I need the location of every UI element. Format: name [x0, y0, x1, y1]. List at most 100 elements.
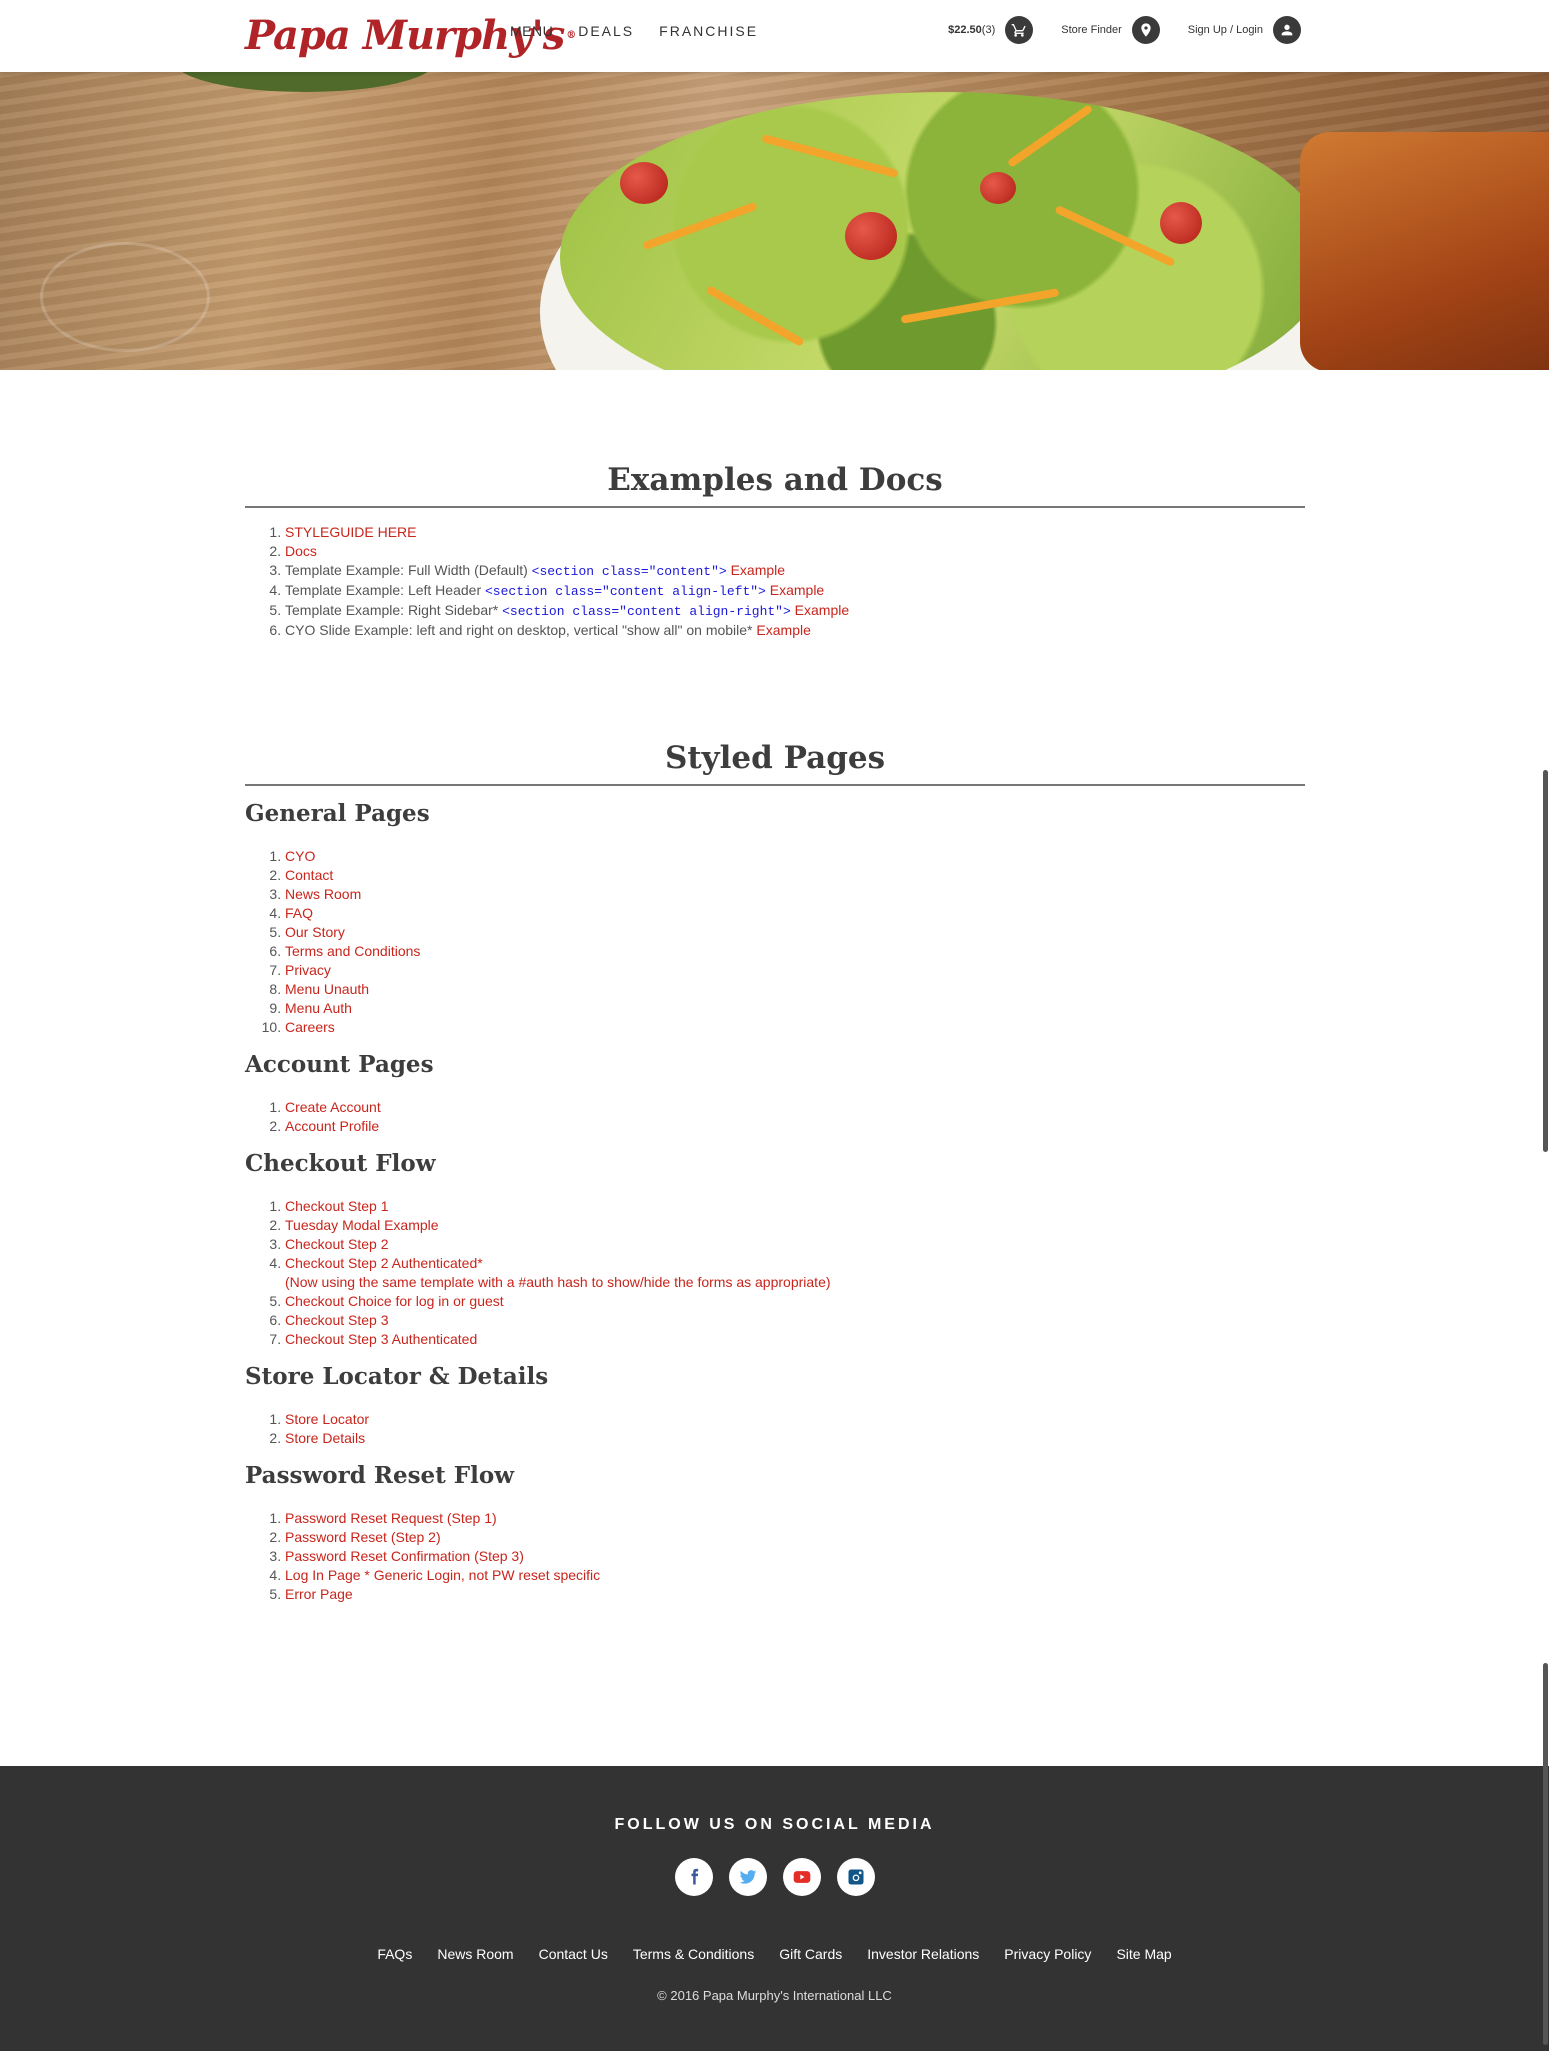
account-pages-list: Create Account Account Profile	[285, 1098, 1305, 1136]
list-item: Store Details	[285, 1429, 1305, 1448]
list-item: Checkout Step 1	[285, 1197, 1305, 1216]
page-link[interactable]: Checkout Step 2	[285, 1236, 389, 1252]
footer-links: FAQs News Room Contact Us Terms & Condit…	[0, 1946, 1549, 1962]
scrollbar-thumb[interactable]	[1543, 770, 1548, 1152]
page-link[interactable]: Terms and Conditions	[285, 943, 420, 959]
list-item: CYO Slide Example: left and right on des…	[285, 621, 1305, 640]
list-item: Menu Unauth	[285, 980, 1305, 999]
facebook-icon[interactable]	[674, 1858, 713, 1896]
nav-deals[interactable]: DEALS	[578, 23, 634, 39]
main-content: Examples and Docs STYLEGUIDE HERE Docs T…	[245, 370, 1305, 1604]
nav-franchise[interactable]: FRANCHISE	[659, 23, 758, 39]
page-link[interactable]: Password Reset Confirmation (Step 3)	[285, 1548, 524, 1564]
footer-link-gift-cards[interactable]: Gift Cards	[779, 1946, 842, 1962]
store-finder-label: Store Finder	[1061, 24, 1122, 36]
list-item: STYLEGUIDE HERE	[285, 523, 1305, 542]
cart-button[interactable]: $22.50(3)	[948, 16, 1034, 44]
page-link[interactable]: Account Profile	[285, 1118, 379, 1134]
page-link[interactable]: Privacy	[285, 962, 331, 978]
example-link[interactable]: Example	[770, 582, 824, 598]
page-link[interactable]: Careers	[285, 1019, 335, 1035]
page-link[interactable]: Checkout Step 3	[285, 1312, 389, 1328]
footer-link-investor[interactable]: Investor Relations	[867, 1946, 979, 1962]
list-item: Create Account	[285, 1098, 1305, 1117]
user-icon[interactable]	[1273, 16, 1301, 44]
scrollbar-thumb[interactable]	[1543, 1663, 1548, 2045]
utility-nav: $22.50(3) Store Finder Sign Up / Login	[948, 16, 1301, 44]
youtube-icon[interactable]	[782, 1858, 821, 1896]
store-finder-button[interactable]: Store Finder	[1061, 16, 1160, 44]
login-label: Sign Up / Login	[1187, 24, 1263, 36]
example-link[interactable]: Example	[795, 602, 849, 618]
code-snippet: <section class="content align-left">	[485, 584, 766, 599]
page-link[interactable]: FAQ	[285, 905, 313, 921]
password-reset-list: Password Reset Request (Step 1) Password…	[285, 1509, 1305, 1604]
copyright: © 2016 Papa Murphy's International LLC	[657, 1988, 892, 2003]
page-link[interactable]: Checkout Step 1	[285, 1198, 389, 1214]
page-link[interactable]: Our Story	[285, 924, 345, 940]
page-link[interactable]: Menu Unauth	[285, 981, 369, 997]
list-item: Terms and Conditions	[285, 942, 1305, 961]
checkout-flow-heading: Checkout Flow	[245, 1150, 436, 1177]
twitter-icon[interactable]	[728, 1858, 767, 1896]
page-link[interactable]: Checkout Step 3 Authenticated	[285, 1331, 477, 1347]
general-pages-heading: General Pages	[245, 800, 430, 827]
page-link[interactable]: Store Locator	[285, 1411, 369, 1427]
social-links	[0, 1858, 1549, 1896]
styleguide-link[interactable]: STYLEGUIDE HERE	[285, 524, 416, 540]
site-header: Papa Murphy's ® MENU DEALS FRANCHISE $22.…	[0, 0, 1549, 72]
footer-link-faqs[interactable]: FAQs	[377, 1946, 412, 1962]
login-button[interactable]: Sign Up / Login	[1188, 16, 1301, 44]
page-link[interactable]: Log In Page * Generic Login, not PW rese…	[285, 1567, 600, 1583]
code-snippet: <section class="content">	[531, 564, 727, 579]
code-snippet: <section class="content align-right">	[502, 604, 791, 619]
list-item: Password Reset Confirmation (Step 3)	[285, 1547, 1305, 1566]
footer-link-contact[interactable]: Contact Us	[539, 1946, 608, 1962]
list-item: Password Reset Request (Step 1)	[285, 1509, 1305, 1528]
store-locator-heading: Store Locator & Details	[245, 1363, 549, 1390]
footer-link-news-room[interactable]: News Room	[437, 1946, 513, 1962]
account-pages-heading: Account Pages	[245, 1051, 434, 1078]
list-item: Our Story	[285, 923, 1305, 942]
footer-link-terms[interactable]: Terms & Conditions	[633, 1946, 754, 1962]
list-item: Privacy	[285, 961, 1305, 980]
page-link[interactable]: Error Page	[285, 1586, 353, 1602]
page-link[interactable]: Password Reset Request (Step 1)	[285, 1510, 497, 1526]
examples-title: Examples and Docs	[245, 462, 1305, 508]
example-link[interactable]: Example	[756, 622, 810, 638]
page-link[interactable]: Checkout Step 2 Authenticated*	[285, 1255, 483, 1271]
cart-count: (3)	[981, 24, 996, 36]
docs-link[interactable]: Docs	[285, 543, 317, 559]
list-item: Checkout Step 2	[285, 1235, 1305, 1254]
page-link[interactable]: Checkout Choice for log in or guest	[285, 1293, 504, 1309]
list-item: Checkout Step 3 Authenticated	[285, 1330, 1305, 1349]
page-link[interactable]: Create Account	[285, 1099, 381, 1115]
page-link[interactable]: Contact	[285, 867, 333, 883]
footer-link-privacy[interactable]: Privacy Policy	[1004, 1946, 1091, 1962]
cart-icon[interactable]	[1005, 16, 1034, 44]
page-link[interactable]: News Room	[285, 886, 361, 902]
page-link[interactable]: Store Details	[285, 1430, 365, 1446]
zigzag-divider	[0, 1756, 1549, 1768]
page-link[interactable]: Password Reset (Step 2)	[285, 1529, 441, 1545]
page-link[interactable]: Tuesday Modal Example	[285, 1217, 439, 1233]
location-pin-icon[interactable]	[1131, 16, 1160, 44]
cart-price: $22.50	[948, 24, 982, 36]
list-item: Checkout Step 3	[285, 1311, 1305, 1330]
styled-pages-title: Styled Pages	[245, 740, 1305, 786]
hero-image	[0, 72, 1549, 370]
nav-menu[interactable]: MENU	[510, 23, 553, 39]
footer-link-site-map[interactable]: Site Map	[1116, 1946, 1171, 1962]
list-item: Template Example: Right Sidebar* <sectio…	[285, 601, 1305, 621]
store-locator-list: Store Locator Store Details	[285, 1410, 1305, 1448]
checkout-flow-list: Checkout Step 1 Tuesday Modal Example Ch…	[285, 1197, 1305, 1349]
page-link[interactable]: Menu Auth	[285, 1000, 352, 1016]
list-item: Careers	[285, 1018, 1305, 1037]
checkout-note: (Now using the same template with a #aut…	[285, 1274, 831, 1290]
password-reset-heading: Password Reset Flow	[245, 1462, 514, 1489]
site-footer: FOLLOW US ON SOCIAL MEDIA FAQs News Room…	[0, 1756, 1549, 2051]
page-link[interactable]: CYO	[285, 848, 315, 864]
list-item: Docs	[285, 542, 1305, 561]
instagram-icon[interactable]	[836, 1858, 875, 1896]
example-link[interactable]: Example	[731, 562, 785, 578]
